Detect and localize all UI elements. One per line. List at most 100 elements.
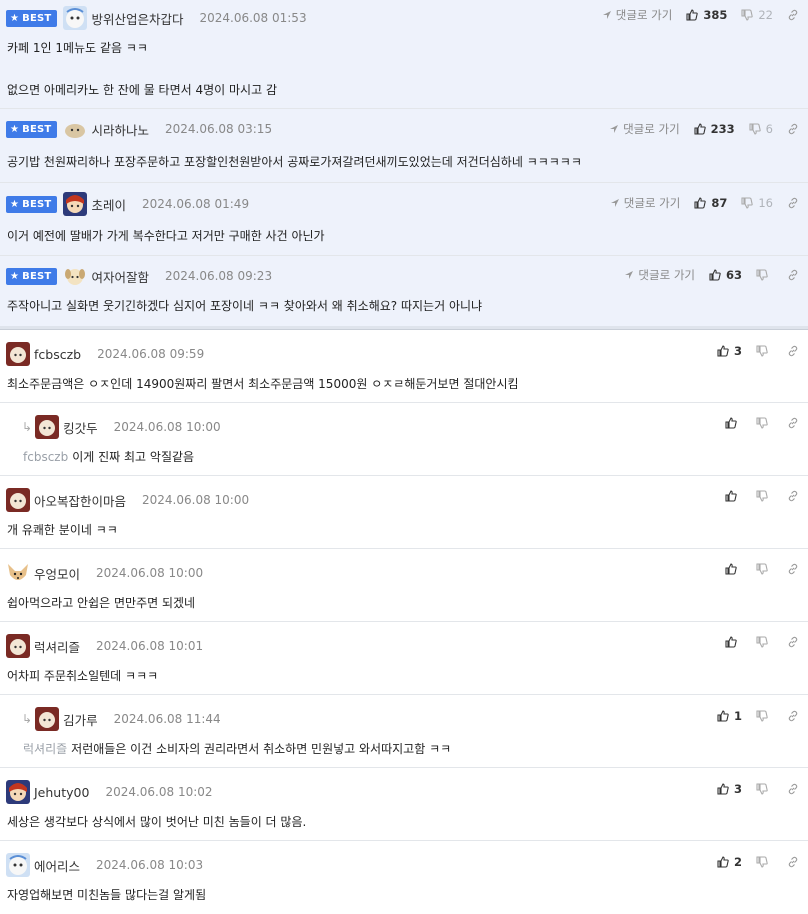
dislike-button[interactable] — [756, 417, 773, 429]
dislike-button[interactable] — [756, 856, 773, 868]
copy-link-button[interactable] — [787, 197, 799, 209]
reply-mention[interactable]: 럭셔리즐 — [23, 742, 67, 756]
thumbs-down-icon — [756, 490, 768, 502]
avatar[interactable] — [6, 853, 30, 877]
copy-link-button[interactable] — [787, 490, 799, 502]
copy-link-button[interactable] — [787, 636, 799, 648]
dislike-button[interactable] — [756, 490, 773, 502]
dislike-button[interactable] — [756, 345, 773, 357]
thumbs-down-icon — [741, 197, 754, 209]
thumbs-up-icon — [725, 636, 737, 648]
avatar[interactable] — [63, 264, 88, 288]
best-comment: ★ BEST 초레이 2024.06.08 01:49 댓글로 가기 87 16 … — [0, 183, 808, 256]
dislike-button[interactable] — [756, 636, 773, 648]
timestamp: 2024.06.08 09:23 — [164, 269, 273, 283]
nickname[interactable]: 에어리스 — [34, 856, 80, 875]
nickname[interactable]: fcbsczb — [34, 347, 81, 362]
comment-text: 이거 예전에 딸배가 가게 복수한다고 저거만 구매한 사건 아닌가 — [7, 229, 325, 243]
copy-link-button[interactable] — [787, 856, 799, 868]
copy-link-button[interactable] — [787, 710, 799, 722]
link-icon — [788, 563, 798, 575]
avatar[interactable] — [6, 342, 30, 366]
like-button[interactable]: 385 — [686, 8, 727, 22]
star-icon: ★ — [10, 123, 20, 135]
like-button[interactable]: 63 — [709, 268, 742, 282]
best-badge: ★ BEST — [6, 9, 58, 27]
like-button[interactable] — [725, 490, 742, 502]
avatar[interactable] — [63, 6, 88, 30]
timestamp: 2024.06.08 10:00 — [142, 493, 250, 507]
thumbs-down-icon — [749, 123, 761, 135]
nickname[interactable]: 여자어잘함 — [91, 267, 149, 286]
copy-link-button[interactable] — [787, 783, 799, 795]
avatar[interactable] — [63, 117, 88, 141]
link-icon — [788, 856, 798, 868]
avatar[interactable] — [35, 415, 60, 439]
reply: ↳ 김가루 2024.06.08 11:44 1 럭셔리즐 저런애들은 이건 소비… — [0, 695, 808, 768]
like-button[interactable]: 233 — [694, 122, 735, 136]
nickname[interactable]: 방위산업은차갑다 — [91, 9, 183, 28]
like-button[interactable]: 2 — [717, 855, 742, 869]
goto-comment-link[interactable]: 댓글로 가기 — [610, 195, 680, 211]
best-badge: ★ BEST — [6, 267, 58, 285]
comment: 아오복잡한이마음 2024.06.08 10:00 개 유쾌한 분이네 ㅋㅋ — [0, 476, 808, 549]
dislike-button[interactable] — [756, 563, 773, 575]
dislike-button[interactable]: 22 — [741, 8, 773, 22]
timestamp: 2024.06.08 01:53 — [199, 11, 307, 25]
link-icon — [788, 345, 798, 357]
copy-link-button[interactable] — [787, 417, 799, 429]
timestamp: 2024.06.08 10:00 — [113, 420, 221, 434]
nickname[interactable]: 럭셔리즐 — [34, 637, 80, 656]
nickname[interactable]: 아오복잡한이마음 — [34, 491, 126, 510]
like-button[interactable] — [725, 636, 742, 648]
best-comment: ★ BEST 여자어잘함 2024.06.08 09:23 댓글로 가기 63 주… — [0, 256, 808, 326]
star-icon: ★ — [10, 270, 20, 282]
link-icon — [788, 123, 798, 135]
copy-link-button[interactable] — [787, 269, 799, 281]
comment-text: 자영업해보면 미친놈들 많다는걸 알게됨 — [7, 888, 207, 902]
copy-link-button[interactable] — [787, 123, 799, 135]
like-button[interactable]: 87 — [694, 196, 727, 210]
dislike-button[interactable]: 16 — [741, 196, 773, 210]
dislike-button[interactable] — [756, 710, 773, 722]
nickname[interactable]: 킹갓두 — [63, 418, 98, 437]
arrow-icon — [610, 199, 619, 207]
goto-comment-link[interactable]: 댓글로 가기 — [609, 121, 680, 137]
timestamp: 2024.06.08 10:03 — [96, 858, 204, 872]
comment-text: 어차피 주문취소일텐데 ㅋㅋㅋ — [7, 669, 159, 683]
goto-comment-link[interactable]: 댓글로 가기 — [624, 267, 695, 283]
nickname[interactable]: 시라하나노 — [91, 120, 149, 139]
thumbs-down-icon — [741, 9, 754, 21]
avatar[interactable] — [6, 561, 30, 585]
like-button[interactable]: 3 — [717, 344, 742, 358]
best-comment: ★ BEST 시라하나노 2024.06.08 03:15 댓글로 가기 233 … — [0, 109, 808, 183]
copy-link-button[interactable] — [787, 345, 799, 357]
nickname[interactable]: Jehuty00 — [34, 785, 89, 800]
like-button[interactable] — [725, 417, 742, 429]
avatar[interactable] — [6, 488, 30, 512]
comment: 럭셔리즐 2024.06.08 10:01 어차피 주문취소일텐데 ㅋㅋㅋ — [0, 622, 808, 695]
nickname[interactable]: 우엉모이 — [34, 564, 80, 583]
link-icon — [788, 783, 798, 795]
dislike-button[interactable]: 6 — [749, 122, 773, 136]
dislike-button[interactable] — [756, 783, 773, 795]
link-icon — [788, 490, 798, 502]
reply-mention[interactable]: fcbsczb — [23, 450, 68, 464]
avatar[interactable] — [35, 707, 60, 731]
like-button[interactable]: 1 — [717, 709, 742, 723]
copy-link-button[interactable] — [787, 563, 799, 575]
thumbs-down-icon — [756, 710, 768, 722]
avatar[interactable] — [6, 780, 30, 804]
copy-link-button[interactable] — [787, 9, 799, 21]
goto-comment-link[interactable]: 댓글로 가기 — [602, 7, 672, 23]
star-icon: ★ — [10, 12, 20, 24]
like-button[interactable]: 3 — [717, 782, 742, 796]
nickname[interactable]: 초레이 — [91, 195, 126, 214]
avatar[interactable] — [6, 634, 30, 658]
nickname[interactable]: 김가루 — [63, 710, 98, 729]
comment-text: 주작아니고 실화면 웃기긴하겠다 심지어 포장이네 ㅋㅋ 찾아와서 왜 취소해요… — [7, 299, 483, 313]
dislike-button[interactable] — [756, 269, 773, 281]
avatar[interactable] — [63, 192, 88, 216]
like-button[interactable] — [725, 563, 742, 575]
arrow-icon — [602, 11, 611, 19]
